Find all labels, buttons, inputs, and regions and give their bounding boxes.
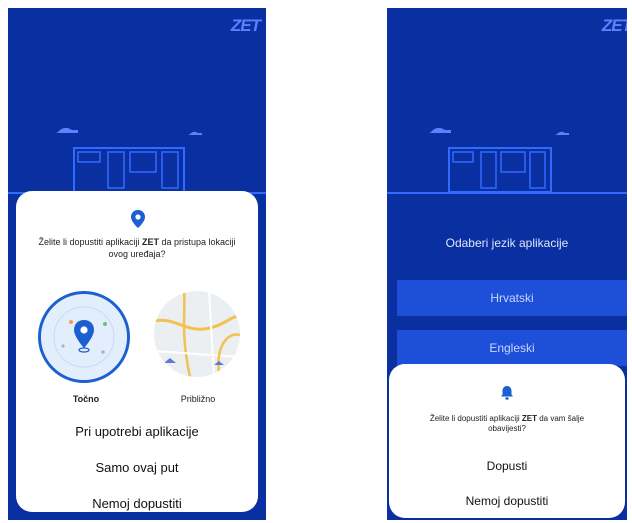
deny-location-button[interactable]: Nemoj dopustiti bbox=[16, 496, 258, 511]
bell-icon bbox=[501, 386, 513, 400]
notification-permission-dialog: Želite li dopustiti aplikaciji ZET da va… bbox=[389, 364, 625, 518]
cloud-icon bbox=[56, 127, 78, 133]
language-english-button[interactable]: Engleski bbox=[397, 330, 627, 366]
precise-map-icon bbox=[41, 294, 127, 380]
location-permission-prompt: Želite li dopustiti aplikaciji ZET da pr… bbox=[38, 237, 236, 259]
cloud-icon bbox=[429, 127, 451, 133]
precise-label: Točno bbox=[72, 394, 100, 404]
approximate-label: Približno bbox=[180, 394, 216, 404]
tram-illustration bbox=[387, 127, 627, 194]
allow-while-using-button[interactable]: Pri upotrebi aplikacije bbox=[16, 424, 258, 439]
language-notification-screen: ZET Odaberi jezik aplikacije Hrvatski En… bbox=[387, 8, 627, 520]
cloud-icon bbox=[188, 131, 202, 135]
approximate-location-option[interactable] bbox=[154, 291, 240, 377]
tram-illustration bbox=[8, 127, 266, 194]
allow-only-once-button[interactable]: Samo ovaj put bbox=[16, 460, 258, 475]
language-title: Odaberi jezik aplikacije bbox=[445, 236, 569, 250]
tram-body bbox=[448, 147, 552, 193]
precise-location-option[interactable] bbox=[38, 291, 130, 383]
zet-logo: ZET bbox=[601, 16, 627, 35]
tram-body bbox=[73, 147, 185, 193]
notification-permission-prompt: Želite li dopustiti aplikaciji ZET da va… bbox=[429, 414, 585, 433]
allow-notifications-button[interactable]: Dopusti bbox=[389, 459, 625, 473]
location-pin-icon bbox=[131, 210, 145, 228]
zet-logo: ZET bbox=[230, 16, 261, 35]
deny-notifications-button[interactable]: Nemoj dopustiti bbox=[389, 494, 625, 508]
cloud-icon bbox=[555, 131, 569, 135]
language-croatian-button[interactable]: Hrvatski bbox=[397, 280, 627, 316]
location-permission-screen: ZET Želite li dopustiti aplikaciji ZET d… bbox=[8, 8, 266, 520]
location-permission-dialog: Želite li dopustiti aplikaciji ZET da pr… bbox=[16, 191, 258, 512]
approximate-map-icon bbox=[154, 291, 240, 377]
